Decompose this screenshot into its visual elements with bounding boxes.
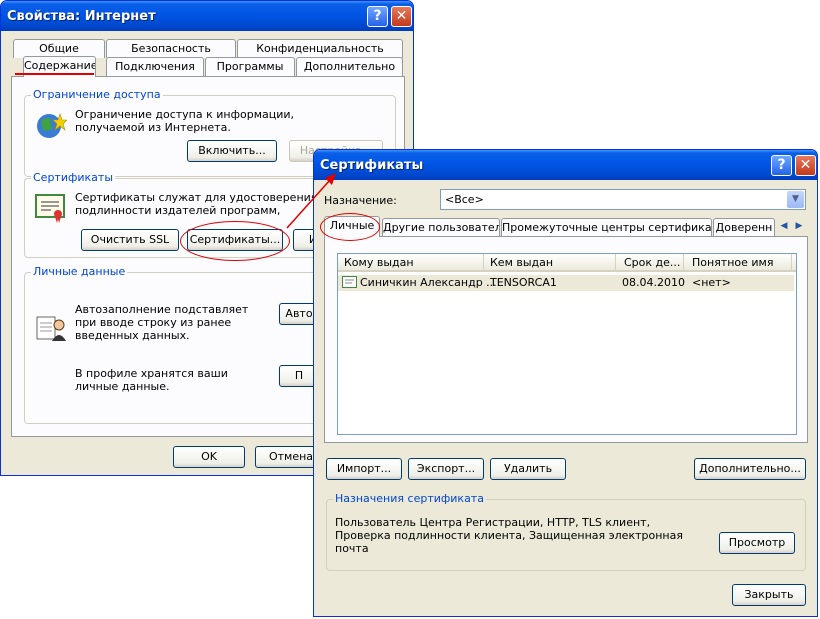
annotation-arrow (286, 173, 336, 229)
